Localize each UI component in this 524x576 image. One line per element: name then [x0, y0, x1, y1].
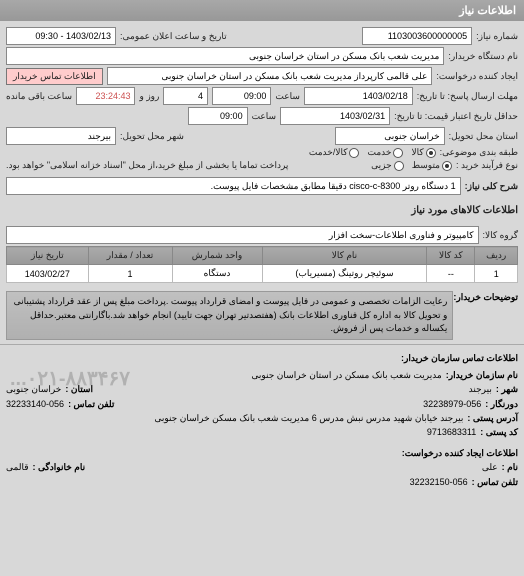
province-label: استان محل تحویل:: [449, 131, 518, 142]
cell-code: --: [427, 265, 475, 283]
r-phone-label: تلفن تماس :: [472, 475, 518, 489]
deadline-time-label: ساعت: [275, 91, 300, 102]
c-address: بیرجند خیابان شهید مدرس نبش مدرس 6 مدیری…: [154, 411, 463, 425]
goods-title: اطلاعات کالاهای مورد نیاز: [0, 201, 524, 220]
goods-group-label: گروه کالا:: [483, 230, 518, 241]
request-no-value: 1103003600000005: [362, 27, 472, 45]
city-value: بیرجند: [6, 127, 116, 145]
r-lname-label: نام خانوادگی :: [33, 460, 86, 474]
min-deadline-time-label: ساعت: [252, 111, 277, 122]
c-province-label: استان :: [65, 382, 93, 396]
radio-service-label: خدمت: [367, 147, 391, 158]
notes-label: توضیحات خریدار:: [453, 291, 518, 340]
c-address-label: آدرس پستی :: [467, 411, 518, 425]
c-phone-label: تلفن تماس :: [68, 397, 114, 411]
creator-label: ایجاد کننده درخواست:: [436, 71, 518, 82]
c-phone: 32233140-056: [6, 397, 64, 411]
remain-time: 23:24:43: [76, 87, 135, 105]
pkg-radio-group: کالا خدمت کالا/خدمت: [309, 147, 436, 158]
th-idx: ردیف: [475, 247, 518, 265]
c-fax-label: دورنگار :: [485, 397, 518, 411]
buy-radio-group: متوسط جزیی: [371, 160, 452, 171]
city-label: شهر محل تحویل:: [120, 131, 184, 142]
deadline-date: 1403/02/18: [304, 87, 413, 105]
radio-service[interactable]: [393, 148, 403, 158]
summary-label: شرح کلی نیاز:: [465, 181, 518, 192]
buy-note: پرداخت تماما یا بخشی از مبلغ خرید،از محل…: [6, 160, 288, 171]
radio-small[interactable]: [394, 161, 404, 171]
remain-suffix: ساعت باقی مانده: [6, 91, 72, 102]
min-deadline-label: حداقل تاریخ اعتبار قیمت: تا تاریخ:: [394, 111, 518, 122]
radio-small-label: جزیی: [371, 160, 392, 171]
radio-mid-label: متوسط: [412, 160, 440, 171]
public-date-value: 1403/02/13 - 09:30: [6, 27, 116, 45]
th-date: تاریخ نیاز: [7, 247, 89, 265]
pkg-label: طبقه بندی موضوعی:: [440, 147, 518, 158]
goods-group-value: کامپیوتر و فناوری اطلاعات-سخت افزار: [6, 226, 479, 244]
remain-days-label: روز و: [139, 91, 159, 102]
summary-value: 1 دستگاه روتر cisco-c-8300 دقیقا مطابق م…: [6, 177, 461, 195]
c-province: خراسان جنوبی: [6, 382, 61, 396]
table-row[interactable]: 1 -- سوئیچر روتینگ (مسیریاب) دستگاه 1 14…: [7, 265, 518, 283]
public-date-label: تاریخ و ساعت اعلان عمومی:: [120, 31, 227, 42]
goods-table: ردیف کد کالا نام کالا واحد شمارش تعداد /…: [6, 246, 518, 283]
radio-goods[interactable]: [426, 148, 436, 158]
contact-title: اطلاعات تماس سازمان خریدار:: [6, 351, 518, 365]
cell-idx: 1: [475, 265, 518, 283]
r-name-label: نام :: [502, 460, 518, 474]
cell-qty: 1: [88, 265, 172, 283]
cell-date: 1403/02/27: [7, 265, 89, 283]
notes-text: رعایت الزامات تخصصی و عمومی در فایل پیوس…: [6, 291, 453, 340]
radio-mid[interactable]: [442, 161, 452, 171]
radio-goods-service[interactable]: [349, 148, 359, 158]
min-deadline-date: 1403/02/31: [280, 107, 390, 125]
c-fax: 32238979-056: [423, 397, 481, 411]
request-no-label: شماره نیاز:: [476, 31, 518, 42]
c-org: مدیریت شعب بانک مسکن در استان خراسان جنو…: [251, 368, 441, 382]
min-deadline-time: 09:00: [188, 107, 248, 125]
r-lname: قالمی: [6, 460, 29, 474]
deadline-label: مهلت ارسال پاسخ: تا تاریخ:: [417, 91, 518, 102]
remain-days: 4: [163, 87, 208, 105]
th-name: نام کالا: [262, 247, 427, 265]
r-name: علی: [482, 460, 498, 474]
requester-title: اطلاعات ایجاد کننده درخواست:: [6, 446, 518, 460]
buy-label: نوع فرآیند خرید :: [456, 160, 518, 171]
c-city: بیرجند: [469, 382, 492, 396]
panel-title: اطلاعات نیاز: [0, 0, 524, 21]
deadline-time: 09:00: [212, 87, 271, 105]
cell-name: سوئیچر روتینگ (مسیریاب): [262, 265, 427, 283]
province-value: خراسان جنوبی: [335, 127, 445, 145]
th-qty: تعداد / مقدار: [88, 247, 172, 265]
th-code: کد کالا: [427, 247, 475, 265]
creator-value: علی قالمی کارپرداز مدیریت شعب بانک مسکن …: [107, 67, 433, 85]
org-label: نام دستگاه خریدار:: [448, 51, 518, 62]
cell-unit: دستگاه: [172, 265, 262, 283]
r-phone: 32232150-056: [410, 475, 468, 489]
c-org-label: نام سازمان خریدار:: [446, 368, 518, 382]
th-unit: واحد شمارش: [172, 247, 262, 265]
c-city-label: شهر :: [496, 382, 518, 396]
contact-button[interactable]: اطلاعات تماس خریدار: [6, 68, 103, 85]
org-value: مدیریت شعب بانک مسکن در استان خراسان جنو…: [6, 47, 444, 65]
c-postal-label: کد پستی :: [480, 425, 518, 439]
c-postal: 9713683311: [427, 425, 476, 439]
radio-goods-label: کالا: [411, 147, 423, 158]
radio-goods-service-label: کالا/خدمت: [309, 147, 348, 158]
